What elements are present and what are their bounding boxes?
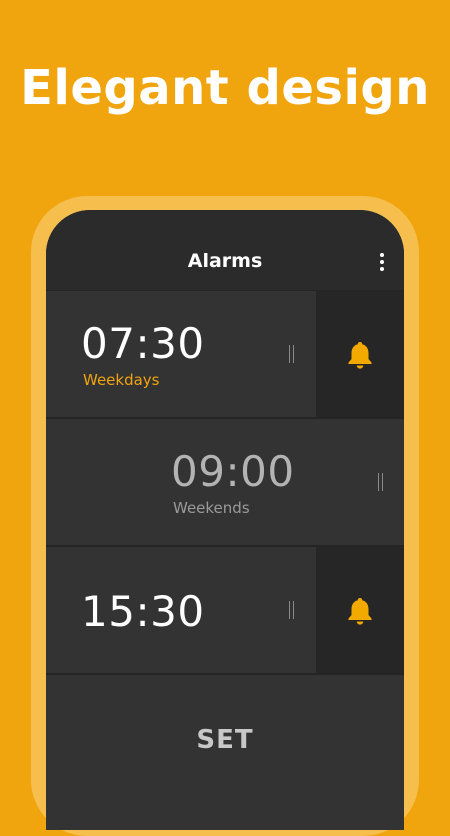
bell-icon <box>348 598 372 625</box>
drag-handle-icon[interactable] <box>378 473 384 491</box>
alarm-repeat-label: Weekends <box>173 499 250 517</box>
alarm-repeat-label: Weekdays <box>83 371 160 389</box>
alarm-time: 09:00 <box>171 447 295 496</box>
alarm-row-1[interactable]: 07:30 Weekdays <box>46 291 404 417</box>
set-area: SET <box>46 675 404 830</box>
alarm-time: 07:30 <box>81 319 205 368</box>
alarm-toggle-button[interactable] <box>316 291 404 417</box>
promo-headline: Elegant design <box>20 60 430 116</box>
alarm-row-3[interactable]: 15:30 <box>46 547 404 673</box>
phone-screen: Alarms 07:30 Weekdays 09:00 Weekends 15:… <box>46 210 404 830</box>
app-bar: Alarms <box>46 210 404 290</box>
bell-icon <box>348 342 372 369</box>
alarm-row-2[interactable]: 09:00 Weekends <box>46 419 404 545</box>
app-bar-title: Alarms <box>187 250 263 272</box>
drag-handle-icon[interactable] <box>289 345 295 363</box>
drag-handle-icon[interactable] <box>289 601 295 619</box>
alarm-time: 15:30 <box>81 587 205 636</box>
alarm-toggle-button[interactable] <box>316 547 404 673</box>
set-button[interactable]: SET <box>46 675 404 805</box>
more-vert-icon[interactable] <box>376 253 388 273</box>
